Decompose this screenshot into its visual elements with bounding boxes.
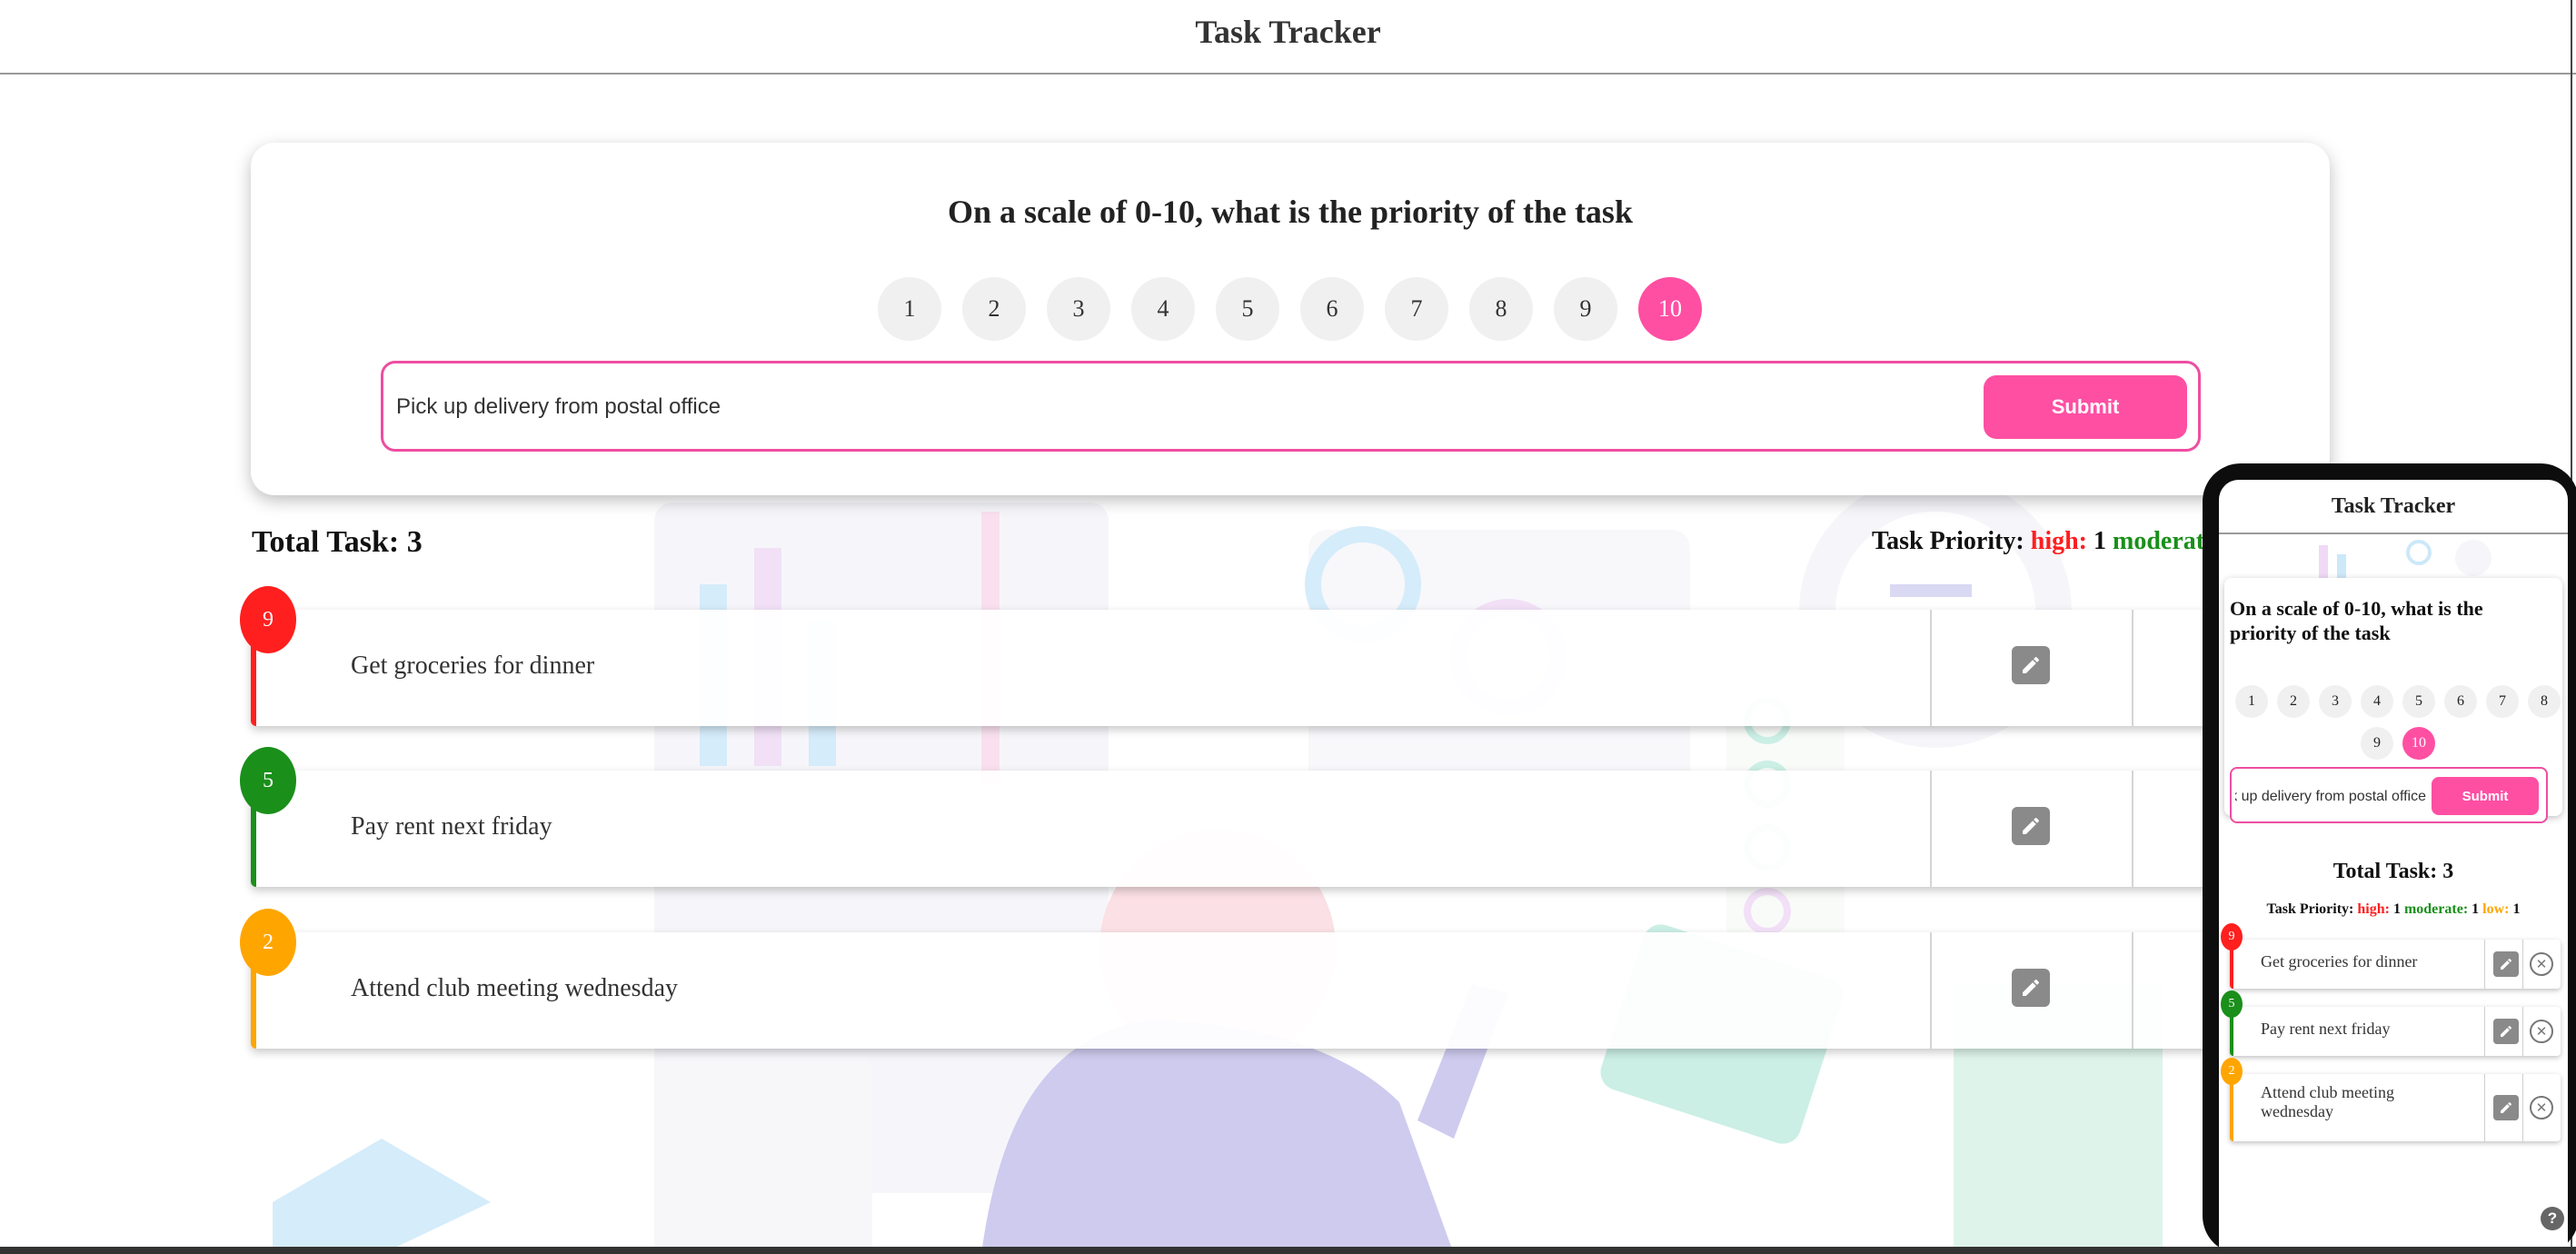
priority-option-7[interactable]: 7 bbox=[1385, 277, 1448, 341]
mobile-priority-option-10[interactable]: 10 bbox=[2402, 727, 2435, 760]
mobile-priority-option-2[interactable]: 2 bbox=[2277, 685, 2310, 718]
task-text: Pay rent next friday bbox=[351, 812, 552, 841]
task-divider bbox=[2132, 932, 2133, 1049]
mobile-task-divider bbox=[2522, 940, 2523, 989]
mobile-priority-option-7[interactable]: 7 bbox=[2486, 685, 2519, 718]
mobile-priority-option-5[interactable]: 5 bbox=[2402, 685, 2435, 718]
mobile-priority-option-1[interactable]: 1 bbox=[2235, 685, 2268, 718]
edit-button[interactable] bbox=[2012, 969, 2050, 1007]
priority-option-8[interactable]: 8 bbox=[1469, 277, 1533, 341]
mobile-edit-button[interactable] bbox=[2493, 1095, 2519, 1120]
priority-badge: 2 bbox=[240, 909, 296, 976]
mobile-low-label: low: bbox=[2482, 901, 2510, 917]
mobile-submit-button[interactable]: Submit bbox=[2432, 777, 2539, 815]
pencil-icon bbox=[2023, 656, 2040, 673]
pencil-icon bbox=[2023, 979, 2040, 996]
mobile-high-label: high: bbox=[2357, 901, 2390, 917]
task-row: Pay rent next friday bbox=[251, 771, 2330, 887]
priority-option-5[interactable]: 5 bbox=[1216, 277, 1279, 341]
mobile-task-input[interactable] bbox=[2235, 787, 2426, 807]
task-divider bbox=[1930, 771, 1932, 887]
priority-summary-label: Task Priority: bbox=[1872, 527, 2024, 555]
high-label: high: bbox=[2030, 527, 2087, 555]
mobile-total-task-count: Total Task: 3 bbox=[2332, 860, 2454, 883]
mobile-preview-frame: Task Tracker On a scale of 0-10, what is… bbox=[2203, 463, 2576, 1254]
total-task-count: Total Task: 3 bbox=[252, 525, 423, 559]
mobile-task-row: Pay rent next friday ✕ bbox=[2230, 1007, 2561, 1056]
priority-option-3[interactable]: 3 bbox=[1047, 277, 1110, 341]
priority-option-1[interactable]: 1 bbox=[878, 277, 941, 341]
mobile-priority-option-3[interactable]: 3 bbox=[2319, 685, 2352, 718]
mobile-high-count: 1 bbox=[2392, 901, 2401, 917]
mobile-screen: Task Tracker On a scale of 0-10, what is… bbox=[2219, 480, 2568, 1252]
mobile-priority-summary-label: Task Priority: bbox=[2266, 901, 2354, 917]
task-text: Attend club meeting wednesday bbox=[351, 974, 679, 1002]
task-divider bbox=[1930, 610, 1932, 726]
mobile-edit-button[interactable] bbox=[2493, 951, 2519, 977]
pencil-icon bbox=[2501, 1025, 2512, 1037]
mobile-task-text: Get groceries for dinner bbox=[2261, 952, 2418, 970]
task-input-box: Submit bbox=[381, 361, 2201, 452]
mobile-task-divider bbox=[2522, 1074, 2523, 1141]
priority-badge: 9 bbox=[240, 586, 296, 653]
bottom-edge bbox=[0, 1247, 2576, 1254]
mobile-task-row: Attend club meeting wednesday ✕ bbox=[2230, 1074, 2561, 1141]
priority-question: On a scale of 0-10, what is the priority… bbox=[948, 194, 1633, 230]
mobile-priority-question: On a scale of 0-10, what is the priority… bbox=[2230, 597, 2483, 644]
priority-option-10[interactable]: 10 bbox=[1638, 277, 1702, 341]
mobile-task-divider bbox=[2484, 940, 2485, 989]
mobile-app-title: Task Tracker bbox=[2331, 494, 2456, 518]
edit-button[interactable] bbox=[2012, 807, 2050, 845]
mobile-priority-badge: 5 bbox=[2221, 990, 2243, 1018]
mobile-moderate-label: moderate: bbox=[2403, 901, 2469, 917]
mobile-header: Task Tracker bbox=[2219, 480, 2568, 534]
mobile-priority-option-4[interactable]: 4 bbox=[2361, 685, 2393, 718]
priority-card: On a scale of 0-10, what is the priority… bbox=[251, 143, 2330, 495]
edit-button[interactable] bbox=[2012, 646, 2050, 684]
priority-badge: 5 bbox=[240, 747, 296, 814]
mobile-priority-option-6[interactable]: 6 bbox=[2444, 685, 2477, 718]
mobile-moderate-count: 1 bbox=[2472, 901, 2480, 917]
task-divider bbox=[2132, 610, 2133, 726]
priority-option-4[interactable]: 4 bbox=[1131, 277, 1195, 341]
pencil-icon bbox=[2023, 817, 2040, 834]
close-circle-icon[interactable]: ✕ bbox=[2530, 1096, 2553, 1120]
close-circle-icon[interactable]: ✕ bbox=[2530, 952, 2553, 976]
help-icon[interactable]: ? bbox=[2541, 1207, 2564, 1230]
mobile-background-illustration bbox=[2319, 540, 2491, 578]
task-row: Get groceries for dinner bbox=[251, 610, 2330, 726]
mobile-priority-option-9[interactable]: 9 bbox=[2361, 727, 2393, 760]
high-count: 1 bbox=[2094, 527, 2106, 555]
mobile-low-count: 1 bbox=[2512, 901, 2521, 917]
mobile-priority-summary: Task Priority: high: 1 moderate: 1 low: … bbox=[2219, 901, 2568, 918]
mobile-priority-option-8[interactable]: 8 bbox=[2528, 685, 2561, 718]
task-divider bbox=[2132, 771, 2133, 887]
task-input[interactable] bbox=[396, 391, 1941, 423]
app-header: Task Tracker bbox=[0, 0, 2576, 75]
mobile-task-text: Pay rent next friday bbox=[2261, 1020, 2391, 1038]
mobile-task-row: Get groceries for dinner ✕ bbox=[2230, 940, 2561, 989]
mobile-task-text: Attend club meeting wednesday bbox=[2261, 1083, 2394, 1120]
task-row: Attend club meeting wednesday bbox=[251, 932, 2330, 1049]
submit-button[interactable]: Submit bbox=[1984, 375, 2187, 439]
mobile-priority-badge: 2 bbox=[2221, 1058, 2243, 1085]
mobile-task-input-box: Submit bbox=[2230, 767, 2548, 823]
app-title: Task Tracker bbox=[1195, 14, 1381, 50]
pencil-icon bbox=[2501, 958, 2512, 970]
priority-option-9[interactable]: 9 bbox=[1554, 277, 1617, 341]
priority-option-6[interactable]: 6 bbox=[1300, 277, 1364, 341]
pencil-icon bbox=[2501, 1101, 2512, 1113]
mobile-task-divider bbox=[2484, 1074, 2485, 1141]
mobile-task-divider bbox=[2484, 1007, 2485, 1056]
task-divider bbox=[1930, 932, 1932, 1049]
mobile-task-divider bbox=[2522, 1007, 2523, 1056]
mobile-edit-button[interactable] bbox=[2493, 1019, 2519, 1044]
task-text: Get groceries for dinner bbox=[351, 652, 595, 680]
mobile-priority-badge: 9 bbox=[2221, 923, 2243, 950]
close-circle-icon[interactable]: ✕ bbox=[2530, 1020, 2553, 1043]
priority-option-2[interactable]: 2 bbox=[962, 277, 1026, 341]
